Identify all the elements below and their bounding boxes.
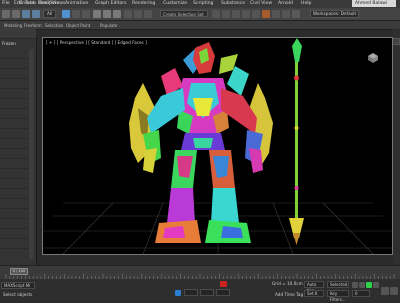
model-staff [289, 38, 304, 245]
status-prompt: Select objects [3, 292, 33, 297]
ribbon: Modeling Freeform Selection Object Paint… [0, 21, 400, 30]
menu-customize[interactable]: Customize [163, 1, 187, 6]
render-setup-icon[interactable] [272, 10, 280, 18]
z-coordinate-field[interactable] [216, 289, 230, 296]
previous-frame-icon[interactable] [359, 282, 365, 288]
rectangle-selection-icon[interactable] [82, 10, 90, 18]
selection-filter-dropdown[interactable]: All [43, 10, 57, 18]
add-time-tag-button[interactable]: Add Time Tag [275, 292, 303, 297]
menu-scripting[interactable]: Scripting [193, 1, 213, 6]
model-render [43, 38, 392, 254]
scale-icon[interactable] [113, 10, 121, 18]
time-configuration-icon[interactable] [381, 287, 389, 295]
menu-file[interactable]: File [2, 1, 10, 6]
x-coordinate-field[interactable] [184, 289, 198, 296]
unlink-icon[interactable] [32, 10, 40, 18]
workspaces-dropdown[interactable]: Workspaces: Default [310, 10, 360, 18]
menu-help[interactable]: Help [301, 1, 311, 6]
tab-selection[interactable]: Selection [45, 23, 63, 28]
status-bar: MAXScript Mi Select objects Grid = 10.0c… [0, 279, 400, 302]
curve-editor-icon[interactable] [242, 10, 250, 18]
move-icon[interactable] [93, 10, 101, 18]
select-object-icon[interactable] [62, 10, 70, 18]
redo-icon[interactable] [12, 10, 20, 18]
view-dropdown-icon[interactable] [134, 10, 142, 18]
lock-selection-icon[interactable] [175, 290, 181, 296]
explorer-scrollbar[interactable] [29, 49, 34, 259]
command-panel-edge [368, 29, 400, 265]
material-editor-icon[interactable] [262, 10, 270, 18]
tab-freeform[interactable]: Freeform [24, 23, 42, 28]
timeline: 0 / 100 [0, 265, 400, 280]
rendered-frame-window-icon[interactable] [282, 10, 290, 18]
menu-animation[interactable]: Animation [65, 1, 88, 6]
layer-explorer-icon[interactable] [232, 10, 240, 18]
tab-object-paint[interactable]: Object Paint [66, 23, 90, 28]
main-toolbar: All Create Selection Set Workspaces: Def… [0, 8, 400, 21]
align-icon[interactable] [222, 10, 230, 18]
menu-arnold[interactable]: Arnold [278, 1, 293, 6]
menu-rendering[interactable]: Rendering [132, 1, 155, 6]
auto-key-icon[interactable] [220, 281, 227, 287]
current-frame-field[interactable]: 0 [352, 290, 370, 297]
render-icon[interactable] [292, 10, 300, 18]
menu-civil-view[interactable]: Civil View [250, 1, 272, 6]
perspective-viewport[interactable]: [ + ] [ Perspective ] [ Standard ] [ Edg… [42, 37, 393, 255]
menu-substance[interactable]: Substance [221, 1, 245, 6]
mirror-icon[interactable] [212, 10, 220, 18]
key-filters-button[interactable]: Key Filters... [327, 290, 349, 302]
next-frame-icon[interactable] [373, 282, 379, 288]
pivot-icon[interactable] [144, 10, 152, 18]
menu-create[interactable]: Create [19, 1, 34, 6]
schematic-view-icon[interactable] [252, 10, 260, 18]
maxscript-listener[interactable]: MAXScript Mi [1, 282, 35, 289]
tab-modeling[interactable]: Modeling [4, 23, 22, 28]
link-icon[interactable] [22, 10, 30, 18]
zoom-extents-icon[interactable] [390, 287, 398, 295]
frozen-column-header[interactable]: Frozen [2, 41, 16, 46]
select-by-name-icon[interactable] [72, 10, 80, 18]
auto-key-button[interactable]: Auto Key [304, 281, 324, 293]
grid-size-label: Grid = 10.0cm [272, 281, 303, 286]
selection-set-field[interactable]: Create Selection Set [160, 10, 208, 17]
y-coordinate-field[interactable] [200, 289, 214, 296]
undo-icon[interactable] [2, 10, 10, 18]
user-account-button[interactable]: Ahmed Balawi [352, 0, 396, 7]
rotate-icon[interactable] [103, 10, 111, 18]
set-key-button[interactable]: Set K [304, 290, 324, 297]
menu-graph-editors[interactable]: Graph Editors [95, 1, 127, 6]
menu-modifiers[interactable]: Modifiers [38, 1, 59, 6]
viewport-header [36, 30, 400, 37]
placement-icon[interactable] [124, 10, 132, 18]
go-to-start-icon[interactable] [352, 282, 358, 288]
explorer-toolbar [0, 29, 36, 39]
tab-populate[interactable]: Populate [100, 23, 117, 28]
play-icon[interactable] [366, 282, 372, 288]
scene-explorer: Frozen [0, 29, 37, 265]
selected-dropdown[interactable]: Selected [327, 281, 349, 288]
